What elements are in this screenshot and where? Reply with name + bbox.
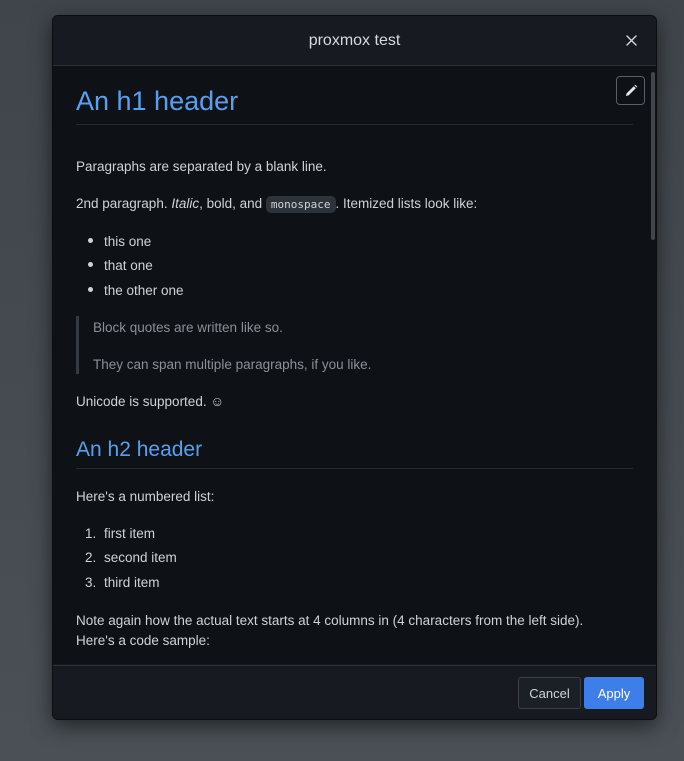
dialog-footer: Cancel Apply: [53, 665, 656, 719]
blockquote-line: They can span multiple paragraphs, if yo…: [93, 357, 372, 372]
blockquote-line: Block quotes are written like so.: [93, 320, 283, 335]
numbered-item: second item: [104, 550, 177, 565]
list-number: 1.: [85, 526, 97, 541]
markdown-h1: An h1 header: [76, 84, 633, 125]
markdown-view[interactable]: An h1 header Paragraphs are separated by…: [53, 66, 656, 664]
note-line-2: Here's a code sample:: [76, 633, 210, 648]
dialog-title: proxmox test: [308, 31, 401, 49]
paragraph-2: 2nd paragraph. Italic, bold, and monospa…: [76, 195, 477, 214]
bullet-dot: [88, 262, 93, 267]
close-button[interactable]: [620, 29, 642, 51]
cancel-button[interactable]: Cancel: [518, 677, 581, 709]
list-number: 3.: [85, 575, 97, 590]
dialog-header: proxmox test: [53, 16, 656, 66]
numbered-intro: Here's a numbered list:: [76, 489, 215, 504]
numbered-item: first item: [104, 526, 156, 541]
close-icon: [625, 34, 637, 46]
numbered-item: third item: [104, 575, 160, 590]
list-number: 2.: [85, 550, 97, 565]
note-line-1: Note again how the actual text starts at…: [76, 613, 584, 628]
scrollbar-thumb[interactable]: [651, 72, 655, 240]
paragraph-2-mid: , bold, and: [199, 196, 266, 211]
edit-button[interactable]: [616, 76, 645, 105]
markdown-h2: An h2 header: [76, 436, 633, 469]
pencil-icon: [625, 84, 637, 96]
blockquote-bar: [76, 316, 79, 374]
italic-text: Italic: [171, 196, 200, 211]
unicode-paragraph: Unicode is supported. ☺: [76, 394, 225, 409]
paragraph-2-end: . Itemized lists look like:: [335, 196, 478, 211]
apply-button[interactable]: Apply: [584, 677, 644, 709]
list-item: the other one: [104, 283, 184, 298]
list-item: this one: [104, 234, 152, 249]
inline-code: monospace: [265, 196, 336, 213]
paragraph-1: Paragraphs are separated by a blank line…: [76, 159, 327, 174]
list-item: that one: [104, 258, 153, 273]
bullet-dot: [88, 238, 93, 243]
dialog: proxmox test An h1 header Paragraphs are…: [52, 15, 657, 720]
paragraph-2-text: 2nd paragraph.: [76, 196, 172, 211]
bullet-dot: [88, 287, 93, 292]
